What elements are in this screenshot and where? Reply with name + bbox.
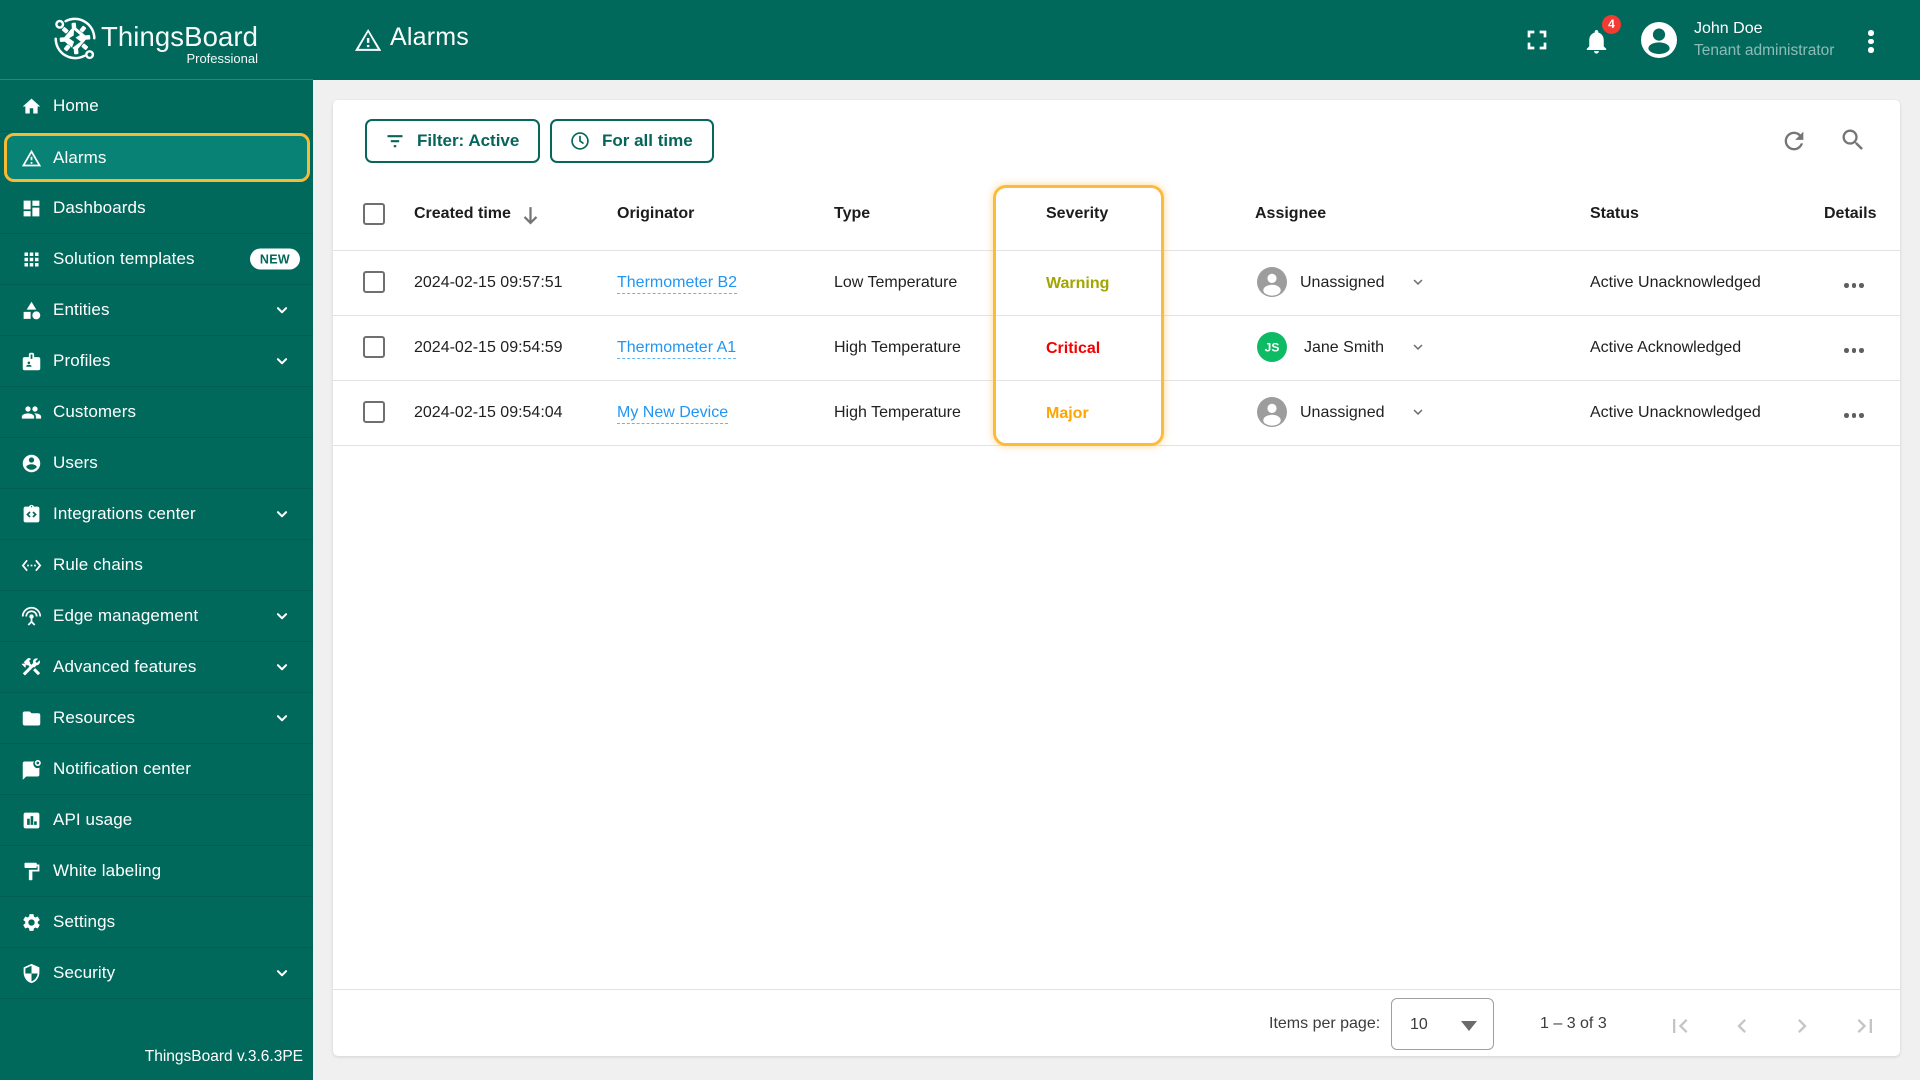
svg-text:JS: JS <box>1265 341 1280 355</box>
